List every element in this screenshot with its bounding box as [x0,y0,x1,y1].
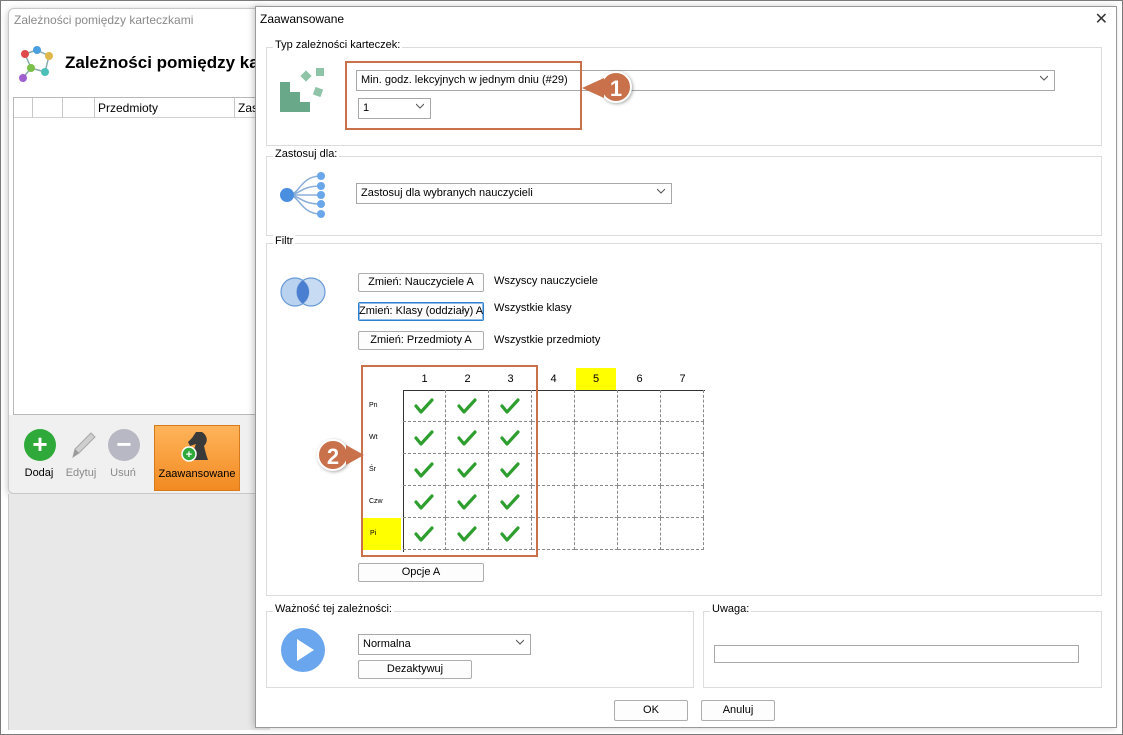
grid-cell[interactable] [618,390,661,422]
grid-cell[interactable] [618,422,661,454]
annotation-badge-1: 1 [600,71,632,103]
grid-cell[interactable] [575,390,618,422]
annotation-badge-2: 2 [317,439,349,471]
change-classes-button[interactable]: Zmień: Klasy (oddziały) A [358,302,484,321]
pencil-icon [72,432,96,459]
grid-cell[interactable] [661,454,704,486]
subjects-filter-text: Wszystkie przedmioty [494,334,601,346]
dependencies-logo-icon [19,46,53,82]
change-teachers-button[interactable]: Zmień: Nauczyciele A [358,273,484,292]
background-window-title: Zależności pomiędzy karteczkami [14,13,194,27]
importance-group-label: Ważność tej zależności: [273,603,394,615]
background-empty-area [8,494,270,730]
play-icon [281,628,325,672]
grid-column-header[interactable]: 6 [618,368,661,390]
tree-branch-icon [280,172,325,218]
card-type-icon [280,68,324,112]
table-column-header[interactable] [32,98,52,118]
apply-for-value: Zastosuj dla wybranych nauczycieli [361,187,533,199]
grid-cell[interactable] [532,486,575,518]
grid-cell[interactable] [575,518,618,550]
grid-cell[interactable] [575,454,618,486]
options-button[interactable]: Opcje A [358,563,484,582]
apply-group-label: Zastosuj dla: [273,148,340,160]
importance-select[interactable]: Normalna [358,634,531,655]
cancel-button[interactable]: Anuluj [701,700,775,721]
teachers-filter-text: Wszyscy nauczyciele [494,275,598,287]
grid-column-header[interactable]: 7 [661,368,704,390]
plus-icon: + [24,429,56,461]
grid-cell[interactable] [532,390,575,422]
table-column-header-subjects[interactable]: Przedmioty [94,98,234,118]
add-button[interactable]: + Dodaj [19,425,59,485]
delete-button[interactable]: − Usuń [103,425,143,485]
annotation-pointer [346,445,364,465]
chevron-down-icon [1040,75,1048,81]
annotation-pointer [582,78,604,98]
note-input[interactable] [714,645,1079,663]
filter-group-label: Filtr [273,235,296,247]
grid-cell[interactable] [661,518,704,550]
classes-filter-text: Wszystkie klasy [494,302,572,314]
close-icon[interactable]: ✕ [1095,9,1108,29]
advanced-button[interactable]: + Zaawansowane [154,425,240,491]
background-window: Zależności pomiędzy karteczkami Zależnoś… [8,8,270,494]
grid-column-header[interactable]: 4 [532,368,575,390]
grid-cell[interactable] [661,390,704,422]
dependencies-table[interactable]: Przedmioty Zas [13,97,269,415]
background-window-header: Zależności pomiędzy kar [9,37,269,97]
dialog-titlebar: Zaawansowane ✕ [256,7,1116,31]
table-header: Przedmioty Zas [14,98,268,118]
deactivate-button[interactable]: Dezaktywuj [358,660,472,679]
type-group-label: Typ zależności karteczek: [273,39,403,51]
edit-button[interactable]: Edytuj [61,425,101,485]
grid-column-header-highlighted[interactable]: 5 [576,368,616,390]
background-window-heading: Zależności pomiędzy kar [65,53,266,72]
importance-value: Normalna [363,638,411,650]
ok-button[interactable]: OK [614,700,688,721]
dialog-title: Zaawansowane [260,12,345,26]
apply-for-select[interactable]: Zastosuj dla wybranych nauczycieli [356,183,672,204]
grid-cell[interactable] [575,486,618,518]
grid-cell[interactable] [618,454,661,486]
grid-cell[interactable] [575,422,618,454]
background-toolbar: + Dodaj Edytuj − Usuń + Zaawansowane [9,415,269,493]
table-column-header[interactable] [62,98,92,118]
chevron-down-icon [516,639,524,645]
grid-cell[interactable] [532,454,575,486]
grid-cell[interactable] [661,422,704,454]
venn-filter-icon [280,277,326,307]
annotation-box-2 [361,365,538,557]
annotation-box-1 [345,61,582,130]
note-group-label: Uwaga: [710,603,752,615]
grid-cell[interactable] [532,422,575,454]
grid-cell[interactable] [618,486,661,518]
minus-icon: − [108,429,140,461]
delete-button-label: Usuń [110,467,136,479]
grid-cell[interactable] [618,518,661,550]
grid-cell[interactable] [532,518,575,550]
chevron-down-icon [657,188,665,194]
advanced-button-label: Zaawansowane [158,468,236,480]
svg-text:+: + [186,449,192,461]
grid-cell[interactable] [661,486,704,518]
chess-knight-icon: + [181,432,208,462]
change-subjects-button[interactable]: Zmień: Przedmioty A [358,331,484,350]
